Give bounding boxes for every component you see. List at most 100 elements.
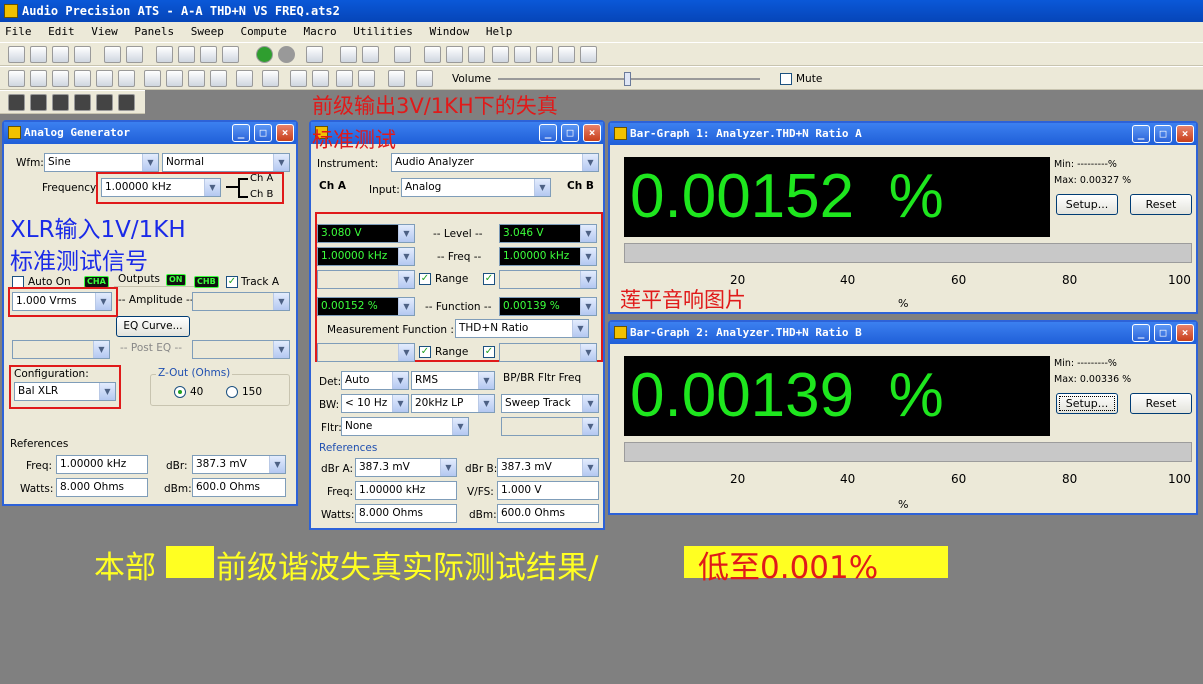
track-a-checkbox[interactable]: ✓ — [226, 276, 238, 288]
report-icon[interactable] — [394, 46, 411, 63]
view2-icon[interactable] — [30, 94, 47, 111]
post-eq-a-select[interactable]: ▼ — [12, 340, 110, 359]
post-eq-b-select[interactable]: ▼ — [192, 340, 290, 359]
dbra-select[interactable]: 387.3 mV ▼ — [355, 458, 457, 477]
menu-compute[interactable]: Compute — [236, 22, 292, 42]
dbrb-select[interactable]: 387.3 mV ▼ — [497, 458, 599, 477]
attach-icon[interactable] — [340, 46, 357, 63]
chart-icon[interactable] — [336, 70, 353, 87]
eq-curve-button[interactable]: EQ Curve... — [116, 316, 190, 337]
maximize-button[interactable]: □ — [1154, 125, 1172, 143]
close-button[interactable]: × — [1176, 125, 1194, 143]
mute-checkbox[interactable] — [780, 73, 792, 85]
close-button[interactable]: × — [276, 124, 294, 142]
panel-icon[interactable] — [306, 46, 323, 63]
watts-field[interactable]: 8.000 Ohms — [56, 478, 148, 497]
save-all-icon[interactable] — [74, 46, 91, 63]
vfs-field[interactable]: 1.000 V — [497, 481, 599, 500]
close-button[interactable]: × — [1176, 324, 1194, 342]
volume-slider-thumb[interactable] — [624, 72, 631, 86]
arrow-right-icon[interactable] — [290, 70, 307, 87]
waveform-mode-select[interactable]: Normal ▼ — [162, 153, 290, 172]
pause-icon[interactable] — [446, 46, 463, 63]
bar-a-setup-button[interactable]: Setup... — [1056, 194, 1118, 215]
menu-panels[interactable]: Panels — [129, 22, 179, 42]
maximize-button[interactable]: □ — [561, 124, 579, 142]
filter-icon[interactable] — [96, 70, 113, 87]
function-a-readout[interactable]: 0.00152 % ▼ — [317, 297, 415, 316]
bw-select[interactable]: < 10 Hz ▼ — [341, 394, 409, 413]
open-file-icon[interactable] — [30, 46, 47, 63]
print-preview-icon[interactable] — [126, 46, 143, 63]
bw2-select[interactable]: 20kHz LP ▼ — [411, 394, 495, 413]
view6-icon[interactable] — [118, 94, 135, 111]
menu-file[interactable]: File — [0, 22, 37, 42]
range-a-select[interactable]: ▼ — [317, 270, 415, 289]
level-b-readout[interactable]: 3.046 V ▼ — [499, 224, 597, 243]
bar-b-setup-button[interactable]: Setup... — [1056, 393, 1118, 414]
menu-edit[interactable]: Edit — [43, 22, 80, 42]
notes-icon[interactable] — [416, 70, 433, 87]
dbm-field[interactable]: 600.0 Ohms — [192, 478, 286, 497]
range-b-select[interactable]: ▼ — [499, 270, 597, 289]
range2-a-select[interactable]: ▼ — [317, 343, 415, 362]
close-button[interactable]: × — [583, 124, 601, 142]
meter-icon[interactable] — [118, 70, 135, 87]
det2-select[interactable]: RMS ▼ — [411, 371, 495, 390]
bar-b-reset-button[interactable]: Reset — [1130, 393, 1192, 414]
undo-icon[interactable] — [156, 46, 173, 63]
sweep-icon[interactable] — [388, 70, 405, 87]
range2-b-select[interactable]: ▼ — [499, 343, 597, 362]
window-icon[interactable] — [362, 46, 379, 63]
function-b-readout[interactable]: 0.00139 % ▼ — [499, 297, 597, 316]
minimize-button[interactable]: _ — [1132, 125, 1150, 143]
arrow-down-icon[interactable] — [312, 70, 329, 87]
clock-icon[interactable] — [144, 70, 161, 87]
maximize-button[interactable]: □ — [254, 124, 272, 142]
analyzer-freq-field[interactable]: 1.00000 kHz — [355, 481, 457, 500]
ref-freq-field[interactable]: 1.00000 kHz — [56, 455, 148, 474]
step-icon[interactable] — [536, 46, 553, 63]
fltr-select[interactable]: None ▼ — [341, 417, 469, 436]
freq-b-readout[interactable]: 1.00000 kHz ▼ — [499, 247, 597, 266]
range2-a-checkbox[interactable]: ✓ — [419, 346, 431, 358]
generator-icon[interactable] — [30, 70, 47, 87]
copy-icon[interactable] — [200, 46, 217, 63]
new-file-icon[interactable] — [8, 46, 25, 63]
measurement-function-select[interactable]: THD+N Ratio ▼ — [455, 319, 589, 338]
play-icon[interactable] — [424, 46, 441, 63]
table-icon[interactable] — [358, 70, 375, 87]
dbr-select[interactable]: 387.3 mV ▼ — [192, 455, 286, 474]
fltr-freq-select[interactable]: ▼ — [501, 417, 599, 436]
sweep-track-select[interactable]: Sweep Track ▼ — [501, 394, 599, 413]
wave-icon[interactable] — [210, 70, 227, 87]
minimize-button[interactable]: _ — [1132, 324, 1150, 342]
freq-a-readout[interactable]: 1.00000 kHz ▼ — [317, 247, 415, 266]
analyzer-icon[interactable] — [74, 70, 91, 87]
range-b-checkbox[interactable]: ✓ — [483, 273, 495, 285]
stop-icon[interactable] — [278, 46, 295, 63]
switch-icon[interactable] — [236, 70, 253, 87]
range2-b-checkbox[interactable]: ✓ — [483, 346, 495, 358]
dcx-icon[interactable] — [188, 70, 205, 87]
graph-icon[interactable] — [8, 70, 25, 87]
waveform-select[interactable]: Sine ▼ — [44, 153, 159, 172]
print-icon[interactable] — [104, 46, 121, 63]
menu-macro[interactable]: Macro — [298, 22, 341, 42]
watch-icon[interactable] — [514, 46, 531, 63]
menu-view[interactable]: View — [86, 22, 123, 42]
cut-icon[interactable] — [178, 46, 195, 63]
speaker-icon[interactable] — [166, 70, 183, 87]
range-a-checkbox[interactable]: ✓ — [419, 273, 431, 285]
bar-a-reset-button[interactable]: Reset — [1130, 194, 1192, 215]
level-a-readout[interactable]: 3.080 V ▼ — [317, 224, 415, 243]
go-icon[interactable] — [256, 46, 273, 63]
bargraph-icon[interactable] — [262, 70, 279, 87]
menu-window[interactable]: Window — [424, 22, 474, 42]
zout-150-radio[interactable] — [226, 386, 238, 398]
pulse-icon[interactable] — [52, 70, 69, 87]
menu-sweep[interactable]: Sweep — [186, 22, 229, 42]
hand-icon[interactable] — [492, 46, 509, 63]
paste-icon[interactable] — [222, 46, 239, 63]
amplitude-b-select[interactable]: ▼ — [192, 292, 290, 311]
